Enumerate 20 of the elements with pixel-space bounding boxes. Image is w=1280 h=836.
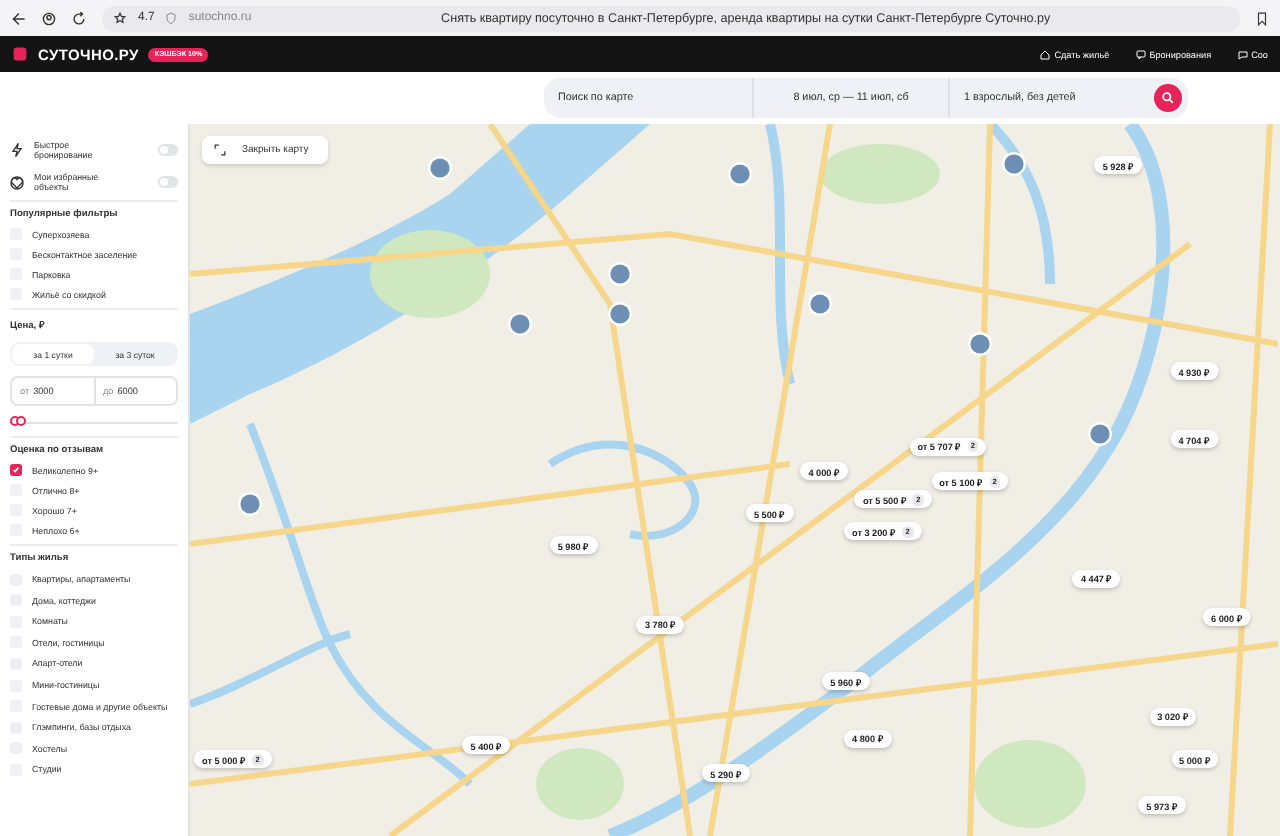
search-button[interactable] [1154, 84, 1182, 112]
chat-icon [1135, 49, 1146, 59]
star-icon [114, 12, 126, 24]
toggle-switch[interactable] [158, 176, 178, 188]
reload-icon[interactable] [72, 11, 86, 25]
search-icon [1162, 92, 1174, 104]
collapse-icon [214, 144, 226, 156]
profile-icon[interactable] [42, 11, 56, 25]
bookmark-icon[interactable] [1256, 11, 1268, 25]
toggle-switch[interactable] [158, 144, 178, 156]
heart-icon [10, 175, 24, 189]
house-icon [1040, 49, 1051, 59]
price-slider[interactable] [10, 416, 178, 428]
back-arrow-icon[interactable] [12, 11, 26, 25]
logo-icon [12, 46, 28, 62]
checkbox[interactable] [10, 464, 22, 476]
shield-icon [166, 12, 177, 24]
slider-thumb[interactable] [16, 416, 27, 426]
lightning-icon [10, 142, 24, 158]
speech-bubble-icon [1237, 49, 1248, 59]
